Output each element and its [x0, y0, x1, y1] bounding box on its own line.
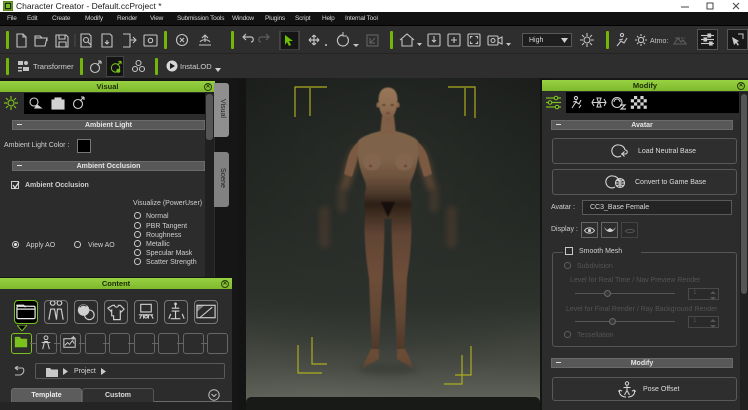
- svg-text:Atmo:: Atmo:: [650, 38, 668, 45]
